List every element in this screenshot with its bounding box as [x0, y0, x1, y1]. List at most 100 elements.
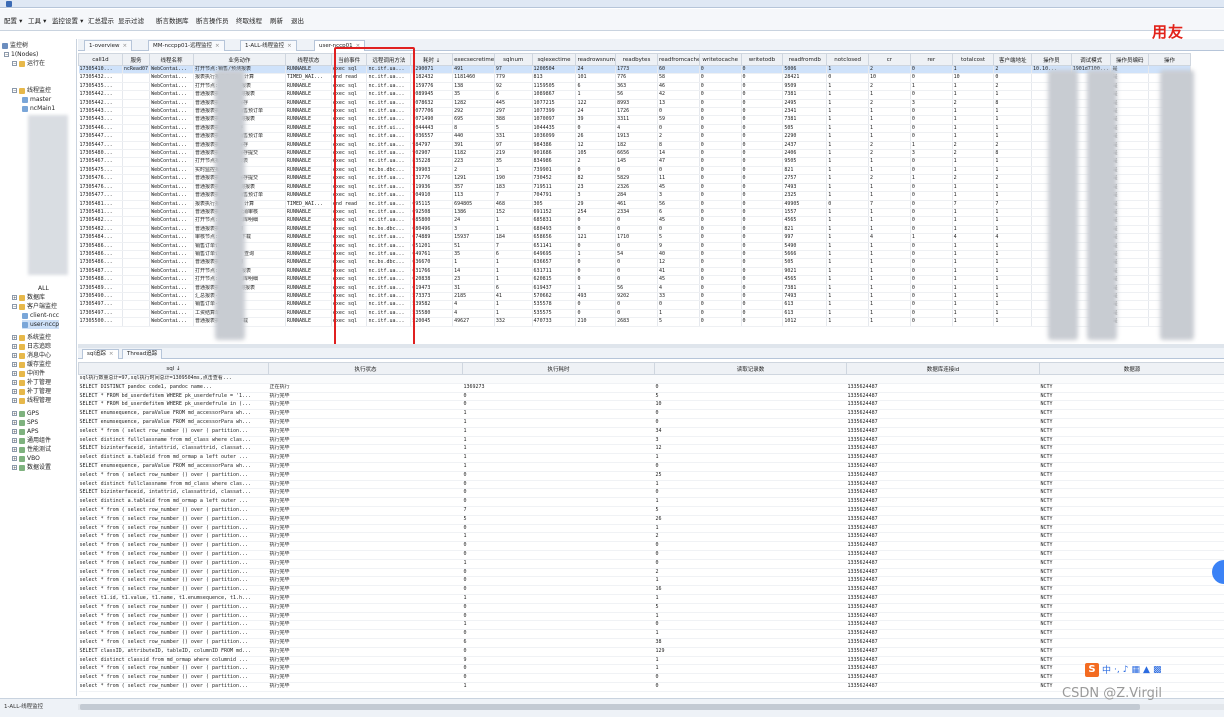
sql-row[interactable]: select * from ( select row_number () ove…	[78, 673, 1224, 683]
horizontal-scrollbar[interactable]	[78, 704, 1224, 710]
close-icon[interactable]: ×	[287, 43, 292, 49]
tree-node-patch-manage[interactable]: + 补丁管理	[12, 378, 51, 387]
thread-column-header[interactable]: sqlnum	[493, 53, 533, 66]
tree-node-nodes[interactable]: −1(Nodes)	[4, 50, 38, 59]
tree-node-vbo[interactable]: + VBO	[12, 454, 40, 463]
sql-row[interactable]: SELECT bizinterfaceid, intattrid, classa…	[78, 444, 1224, 455]
thread-column-header[interactable]: 线程名称	[149, 53, 194, 66]
thread-column-header[interactable]: 耗时 ↓	[410, 53, 454, 66]
expand-icon[interactable]: +	[12, 380, 17, 385]
sql-row[interactable]: select * from ( select row_number () ove…	[78, 612, 1224, 622]
sql-row[interactable]: select * from ( select row_number () ove…	[78, 515, 1224, 525]
expand-icon[interactable]: +	[12, 371, 17, 376]
expand-icon[interactable]: +	[12, 362, 17, 367]
sql-row[interactable]: select * from ( select row_number () ove…	[78, 506, 1224, 516]
tree-node-common[interactable]: + 通用组件	[12, 436, 51, 445]
sql-row[interactable]: select distinct a.tableid from md_ormap …	[78, 497, 1224, 507]
tree-node-data-settings[interactable]: + 数据设置	[12, 463, 51, 472]
grid-icon[interactable]: ▩	[1153, 665, 1162, 675]
sql-column-header[interactable]: sql ↓	[78, 362, 269, 375]
thread-column-header[interactable]: 当前事件	[330, 53, 368, 66]
thread-column-header[interactable]: 调试模式	[1070, 53, 1112, 66]
thread-column-header[interactable]: readbytes	[615, 53, 658, 66]
tree-node-client-monitor[interactable]: − 客户端监控	[12, 302, 57, 311]
menu-assert-operator[interactable]: 断言操作员	[196, 15, 229, 25]
thread-column-header[interactable]: 远程调用方法	[366, 53, 412, 66]
menu-display-filter[interactable]: 显示过滤	[118, 15, 144, 25]
sql-row[interactable]: select * from ( select row_number () ove…	[78, 541, 1224, 551]
expand-icon[interactable]: +	[12, 429, 17, 434]
tree-node-ncmain[interactable]: ncMain1	[22, 104, 55, 113]
thread-column-header[interactable]: 线程状态	[284, 53, 332, 66]
tree-node-middleware[interactable]: + 中间件	[12, 369, 45, 378]
sql-row[interactable]: select * from ( select row_number () ove…	[78, 638, 1224, 648]
thread-column-header[interactable]: cr	[868, 53, 911, 66]
sql-row[interactable]: select * from ( select row_number () ove…	[78, 576, 1224, 587]
thread-column-header[interactable]: 操作员编码	[1110, 53, 1150, 66]
tab-thread-trace[interactable]: Thread追踪	[122, 349, 163, 359]
menu-monitor-settings[interactable]: 监控设置 ▾	[52, 15, 83, 25]
tab-remote-monitor[interactable]: MM-nccpp01-远程监控 ×	[148, 40, 225, 51]
sql-row[interactable]: select * from ( select row_number () ove…	[78, 524, 1224, 534]
thread-column-header[interactable]: writetodb	[740, 53, 784, 66]
sql-row[interactable]: select t1.id, t1.value, t1.name, t1.enum…	[78, 594, 1224, 604]
close-icon[interactable]: ×	[215, 43, 220, 49]
tree-node-client-ncc[interactable]: client-ncc	[22, 311, 59, 320]
thread-column-header[interactable]: sqlexectime	[531, 53, 577, 66]
thread-column-header[interactable]: totalcost	[951, 53, 995, 66]
ime-language-icon[interactable]: 中	[1102, 663, 1111, 676]
thread-column-header[interactable]: 服务	[121, 53, 151, 66]
sql-column-header[interactable]: 数据源	[1039, 362, 1224, 375]
tree-node-message-center[interactable]: + 消息中心	[12, 351, 51, 360]
sql-row[interactable]: select * from ( select row_number () ove…	[78, 603, 1224, 613]
collapse-icon[interactable]: −	[4, 52, 9, 57]
collapse-icon[interactable]: −	[12, 61, 17, 66]
sql-row[interactable]: SELECT bizinterfaceid, intattrid, classa…	[78, 488, 1224, 499]
expand-icon[interactable]: +	[12, 447, 17, 452]
thread-column-header[interactable]: 客户端地址	[993, 53, 1033, 66]
sql-row[interactable]: select * from ( select row_number () ove…	[78, 427, 1224, 437]
microphone-icon[interactable]: ♪	[1123, 665, 1129, 675]
sql-row[interactable]: select * from ( select row_number () ove…	[78, 664, 1224, 675]
expand-icon[interactable]: +	[12, 465, 17, 470]
thread-column-header[interactable]: execsecretime	[452, 53, 495, 66]
tree-node-master[interactable]: master	[22, 95, 51, 104]
sql-row[interactable]: select distinct classid from md_ormap wh…	[78, 656, 1224, 666]
expand-icon[interactable]: +	[12, 389, 17, 394]
menu-refresh[interactable]: 刷新	[270, 15, 283, 25]
menu-config[interactable]: 配置 ▾	[4, 15, 22, 25]
sql-row[interactable]: SELECT classID, attributeID, tableID, co…	[78, 647, 1224, 657]
thread-column-header[interactable]: call1d	[78, 53, 123, 66]
tree-node-system-monitor[interactable]: + 系统监控	[12, 333, 51, 342]
sql-row[interactable]: select * from ( select row_number () ove…	[78, 620, 1224, 631]
tree-node-cache-monitor[interactable]: + 缓存监控	[12, 360, 51, 369]
thread-column-header[interactable]: readfromdb	[782, 53, 828, 66]
thread-column-header[interactable]: readrowsnum	[575, 53, 617, 66]
keyboard-icon[interactable]: ▦	[1132, 665, 1141, 675]
sql-row[interactable]: SELECT DISTINCT pandoc code1, pandoc nam…	[78, 383, 1224, 393]
tab-user-nccp[interactable]: user-nccp01 ×	[314, 40, 366, 51]
menu-exit[interactable]: 退出	[291, 15, 304, 25]
thread-column-header[interactable]: rer	[909, 53, 953, 66]
close-icon[interactable]: ×	[109, 351, 114, 357]
sql-row[interactable]: SELECT enumsequence, paraValue FROM md_a…	[78, 409, 1224, 419]
tree-node-log-trace[interactable]: + 日志追踪	[12, 342, 51, 351]
thread-column-header[interactable]: readfromcache	[656, 53, 700, 66]
tree-node-user-nccp[interactable]: user-nccp	[22, 320, 60, 329]
menu-summary[interactable]: 汇总提示	[88, 15, 114, 25]
thread-column-header[interactable]: 操作员	[1031, 53, 1072, 66]
tree-node-thread-monitor[interactable]: − 线程监控	[12, 86, 51, 95]
sql-column-header[interactable]: 读取记录数	[654, 362, 847, 375]
tab-sql-trace[interactable]: sql追踪 ×	[82, 349, 119, 359]
menu-terminate-thread[interactable]: 终取线程	[236, 15, 262, 25]
sql-row[interactable]: SELECT enumsequence, paraValue FROM md_a…	[78, 462, 1224, 472]
scrollbar-thumb[interactable]	[80, 704, 1140, 710]
collapse-icon[interactable]: −	[12, 88, 17, 93]
expand-icon[interactable]: +	[12, 411, 17, 416]
expand-icon[interactable]: +	[12, 456, 17, 461]
sql-row[interactable]: SELECT * FROM bd_userdefitem WHERE pk_us…	[78, 392, 1224, 402]
menu-assert-db[interactable]: 断言数据库	[156, 15, 189, 25]
expand-icon[interactable]: +	[12, 438, 17, 443]
sql-row[interactable]: select * from ( select row_number () ove…	[78, 568, 1224, 578]
tree-node-thread-manage[interactable]: + 线程管理	[12, 396, 51, 405]
